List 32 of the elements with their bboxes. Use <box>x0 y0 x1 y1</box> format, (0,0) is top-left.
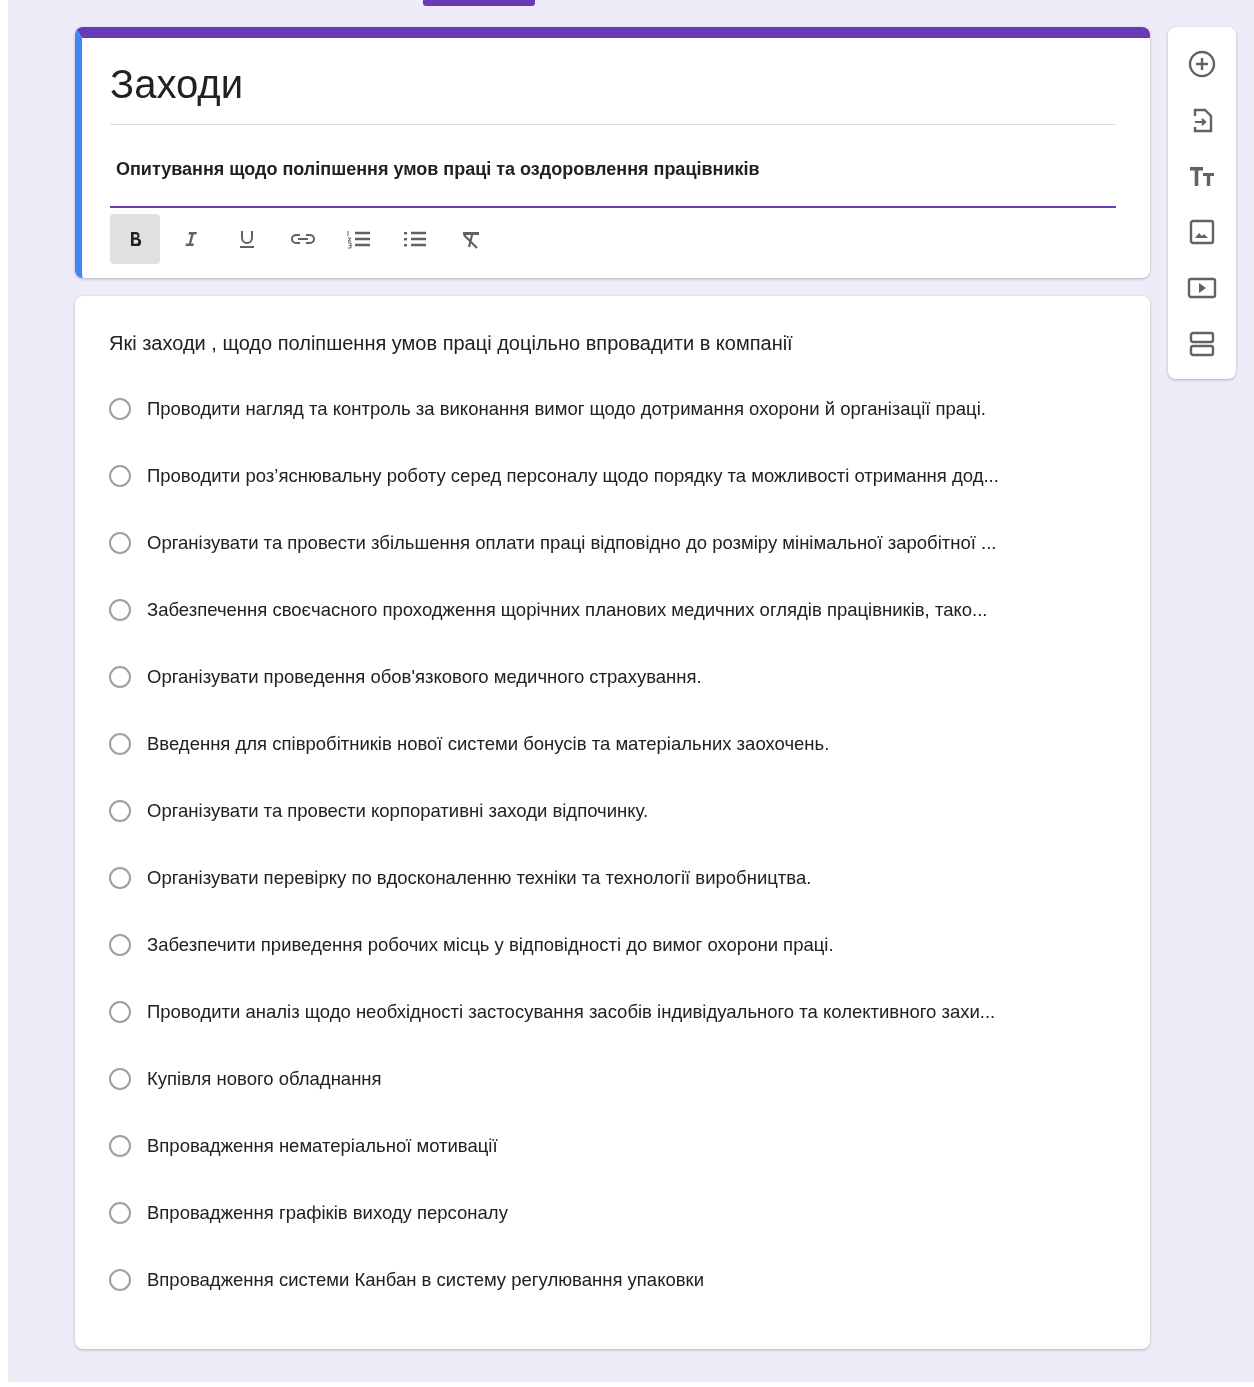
radio-button[interactable] <box>109 933 131 956</box>
radio-button[interactable] <box>109 464 131 487</box>
radio-button[interactable] <box>109 1134 131 1157</box>
radio-button[interactable] <box>109 1000 131 1023</box>
option-label: Організувати та провести збільшення оплати праці відповідно до розміру мінімальної заробітної ... <box>147 531 997 554</box>
option-label: Впровадження графіків виходу персоналу <box>147 1201 508 1224</box>
radio-button[interactable] <box>109 665 131 688</box>
bold-button[interactable] <box>110 214 160 264</box>
radio-button[interactable] <box>109 732 131 755</box>
option-label: Введення для співробітників нової системи бонусів та матеріальних заохочень. <box>147 732 830 755</box>
radio-button[interactable] <box>109 1201 131 1224</box>
option-label: Впровадження нематеріальної мотивації <box>147 1134 498 1157</box>
option-label: Проводити роз’яснювальну роботу серед персоналу щодо порядку та можливості отримання дод... <box>147 464 999 487</box>
option-label: Організувати перевірку по вдосконаленню техніки та технології виробництва. <box>147 866 812 889</box>
radio-button[interactable] <box>109 397 131 420</box>
option-label: Купівля нового обладнання <box>147 1067 382 1090</box>
radio-button[interactable] <box>109 866 131 889</box>
option-label: Проводити аналіз щодо необхідності застосування засобів індивідуального та колективного захи... <box>147 1000 996 1023</box>
option-label: Забезпечити приведення робочих місць у відповідності до вимог охорони праці. <box>147 933 834 956</box>
option-label: Впровадження системи Канбан в систему регулювання упаковки <box>147 1268 704 1291</box>
form-description-field[interactable]: Опитування щодо поліпшення умов праці та оздоровлення працівників <box>110 125 1116 208</box>
form-title[interactable]: Заходи <box>110 60 1116 125</box>
option-label: Забезпечення своєчасного проходження щорічних планових медичних оглядів працівників, тако... <box>147 598 988 621</box>
radio-button[interactable] <box>109 598 131 621</box>
radio-button[interactable] <box>109 799 131 822</box>
radio-button[interactable] <box>109 1268 131 1291</box>
option-label: Організувати проведення обов'язкового медичного страхування. <box>147 665 702 688</box>
radio-button[interactable] <box>109 531 131 554</box>
option-label: Проводити нагляд та контроль за виконання вимог щодо дотримання охорони й організації праці. <box>147 397 986 420</box>
option-label: Організувати та провести корпоративні заходи відпочинку. <box>147 799 649 822</box>
radio-button[interactable] <box>109 1067 131 1090</box>
question-title[interactable]: Які заходи , щодо поліпшення умов праці доцільно впровадити в компанії <box>109 332 1130 355</box>
